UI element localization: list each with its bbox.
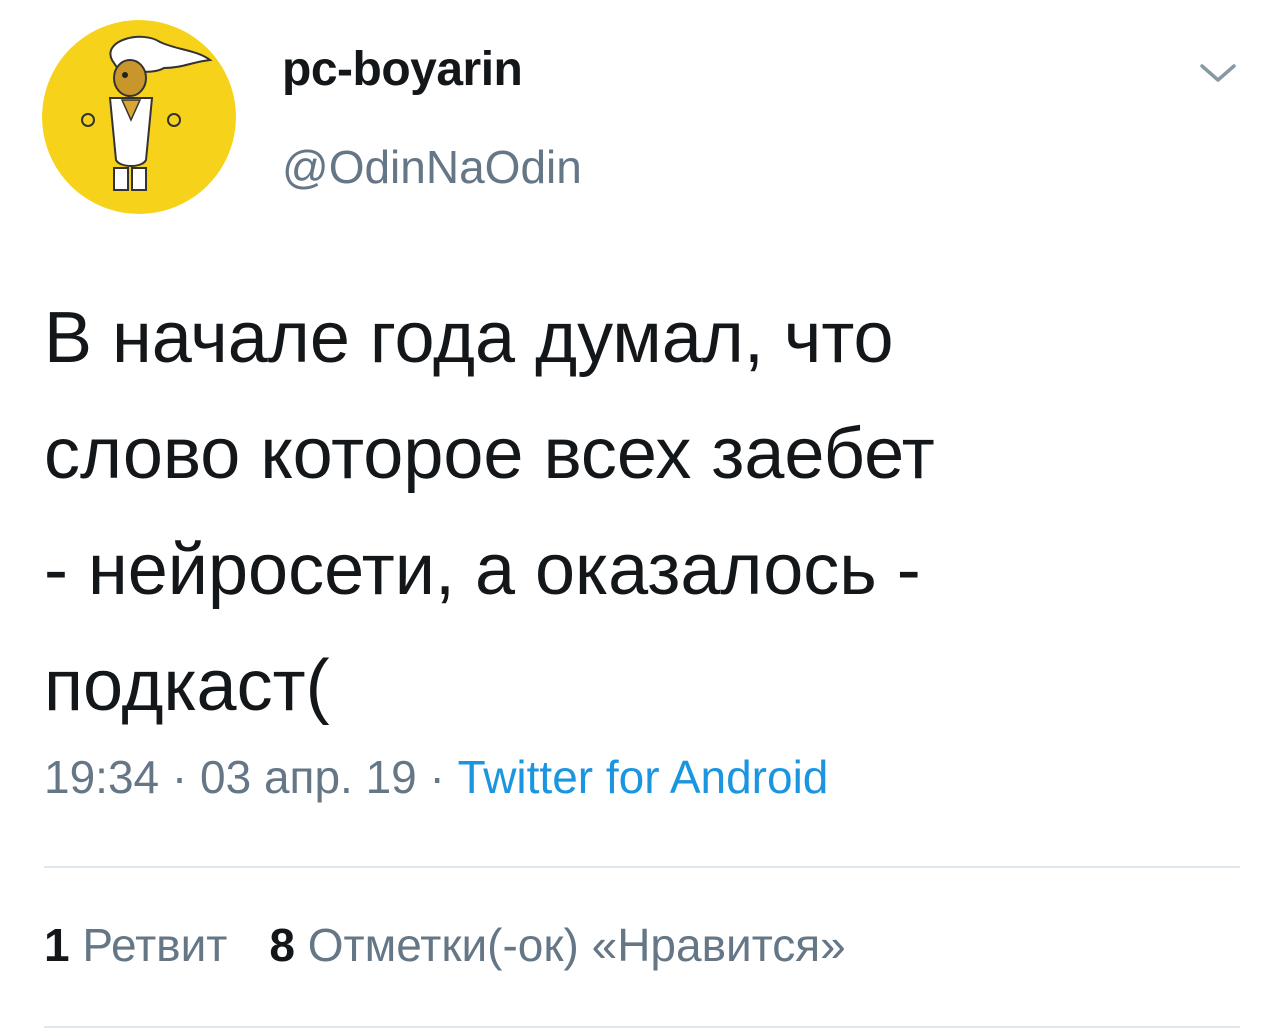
divider [44,866,1240,868]
chevron-down-icon[interactable] [1196,56,1240,90]
tweet-source-link[interactable]: Twitter for Android [458,751,829,803]
tweet-stats: 1 Ретвит 8 Отметки(-ок) «Нравится» [44,918,846,972]
meta-separator: · [416,751,458,803]
tweet-metadata: 19:34 · 03 апр. 19 · Twitter for Android [44,750,828,804]
meta-separator: · [159,751,201,803]
tweet-text: В начале года думал, что слово которое в… [44,298,935,726]
likes-stat[interactable]: 8 Отметки(-ок) «Нравится» [269,918,845,972]
tweet-time: 19:34 [44,751,160,803]
retweets-stat[interactable]: 1 Ретвит [44,918,227,972]
likes-label: Отметки(-ок) «Нравится» [307,919,846,971]
avatar-image [42,20,236,214]
avatar[interactable] [42,20,236,214]
retweets-label: Ретвит [82,919,228,971]
divider [44,1026,1240,1028]
display-name[interactable]: pc-boyarin [282,42,523,97]
user-handle[interactable]: @OdinNaOdin [282,140,582,194]
likes-count: 8 [269,919,295,971]
tweet-date: 03 апр. 19 [200,751,417,803]
retweets-count: 1 [44,919,70,971]
tweet-detail: pc-boyarin @OdinNaOdin В начале года дум… [0,0,1280,1032]
